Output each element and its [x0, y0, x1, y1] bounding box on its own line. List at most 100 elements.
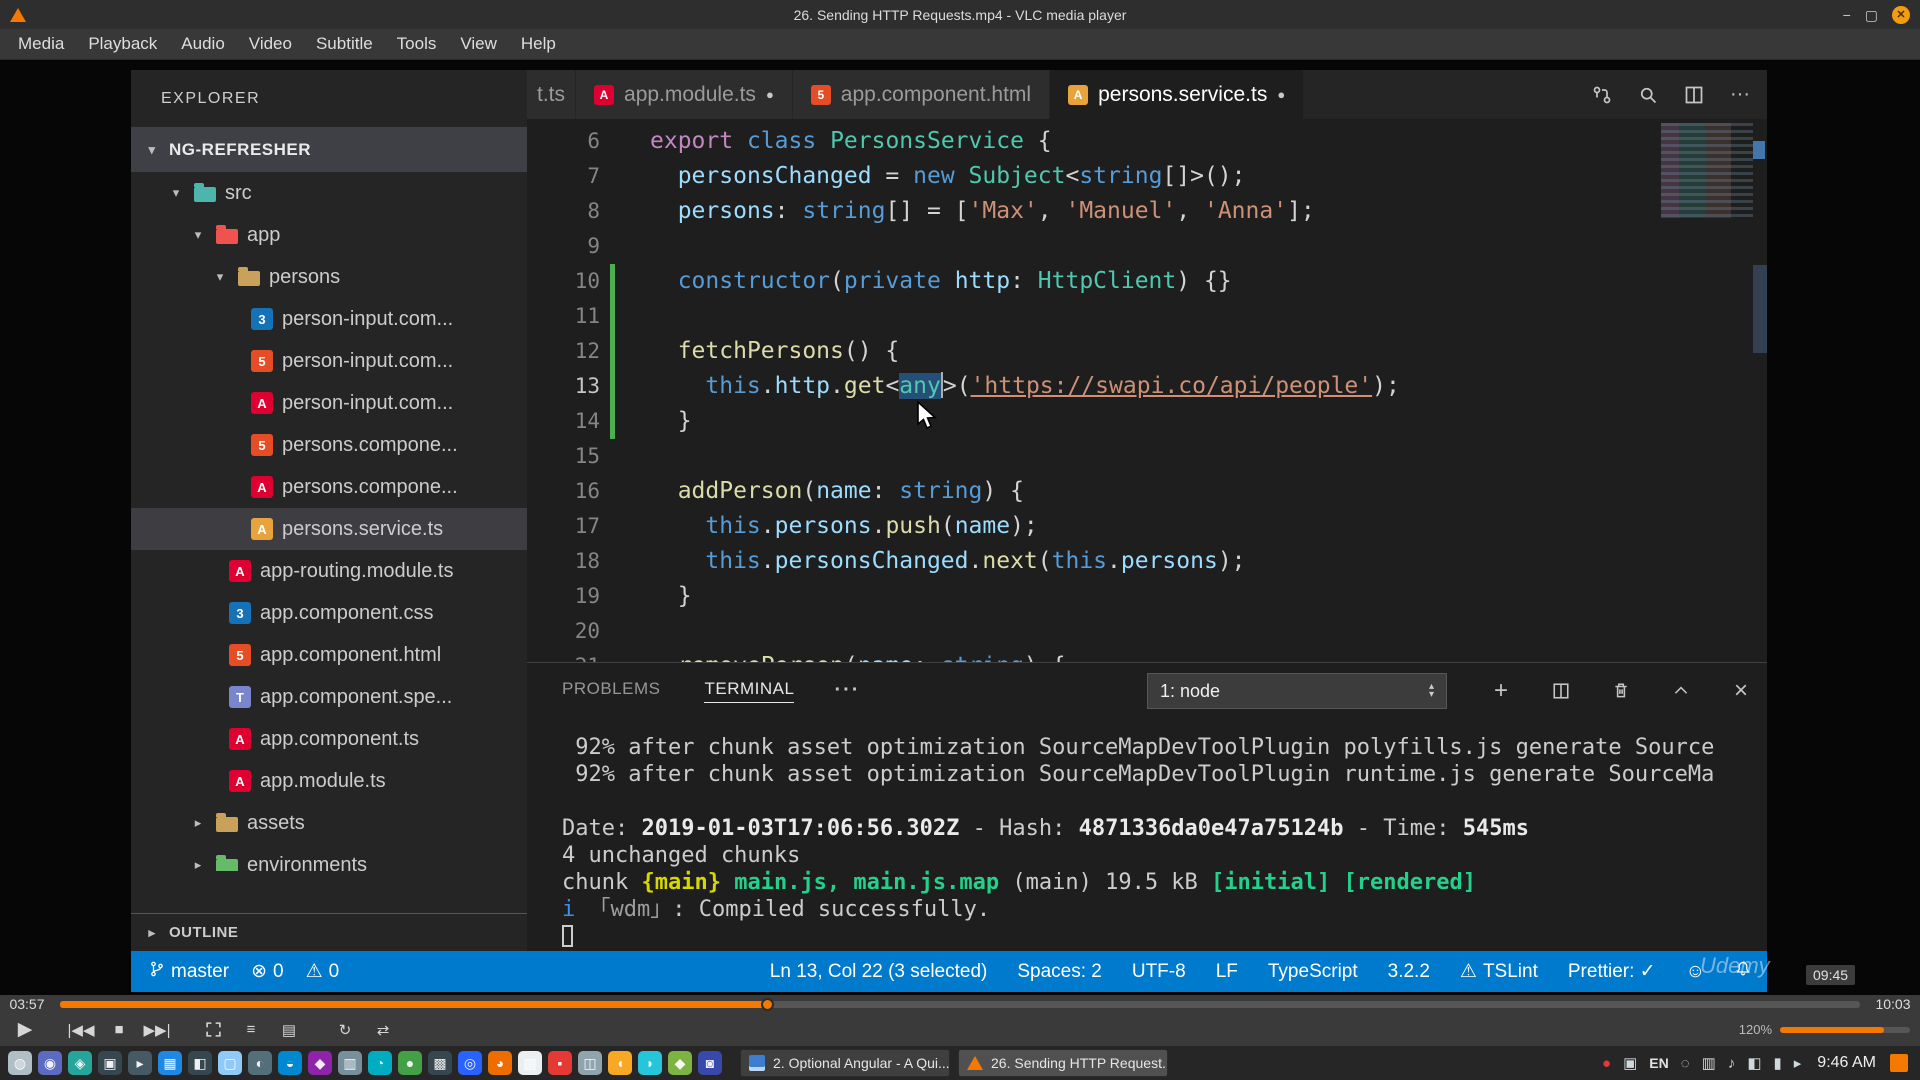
taskbar-app-icon[interactable]: ◆: [668, 1051, 692, 1075]
taskbar-app-icon[interactable]: ◎: [458, 1051, 482, 1075]
taskbar-app-icon[interactable]: ▸: [128, 1051, 152, 1075]
stop-button[interactable]: ■: [104, 1017, 134, 1043]
status-item-3-2-2[interactable]: 3.2.2: [1388, 961, 1430, 983]
status-item-master[interactable]: master: [149, 960, 229, 984]
project-root-row[interactable]: ▾ NG-REFRESHER: [131, 127, 527, 172]
tray-icon[interactable]: ▸: [1794, 1054, 1802, 1072]
workspace-switcher[interactable]: [1890, 1054, 1908, 1072]
menu-media[interactable]: Media: [6, 31, 76, 57]
open-changes-icon[interactable]: [1591, 84, 1613, 106]
taskbar-app-icon[interactable]: ◆: [308, 1051, 332, 1075]
taskbar-app-icon[interactable]: ◐: [248, 1051, 272, 1075]
status-item-ln-13-col-22-3-selected[interactable]: Ln 13, Col 22 (3 selected): [770, 961, 988, 983]
tree-item-app-component-ts[interactable]: Aapp.component.ts: [131, 718, 527, 760]
status-item-typescript[interactable]: TypeScript: [1268, 961, 1358, 983]
volume-control[interactable]: 120%: [1739, 1022, 1910, 1037]
maximize-button[interactable]: ▢: [1865, 6, 1878, 24]
previous-button[interactable]: |◀◀: [66, 1017, 96, 1043]
more-actions-icon[interactable]: ···: [1729, 83, 1751, 106]
tray-icon[interactable]: ●: [1602, 1055, 1611, 1072]
taskbar-app-icon[interactable]: ◉: [38, 1051, 62, 1075]
tree-item-app-component-css[interactable]: 3 app.component.css: [131, 592, 527, 634]
taskbar-app-icon[interactable]: ▩: [428, 1051, 452, 1075]
menu-view[interactable]: View: [448, 31, 509, 57]
panel-tab-problems[interactable]: PROBLEMS: [562, 679, 660, 703]
status-item-spaces-2[interactable]: Spaces: 2: [1017, 961, 1102, 983]
tray-icon[interactable]: ▣: [1623, 1054, 1637, 1072]
taskbar-app-icon[interactable]: ◖: [608, 1051, 632, 1075]
maximize-panel-icon[interactable]: [1669, 679, 1693, 703]
play-button[interactable]: ▶: [10, 1017, 40, 1043]
taskbar-app-icon[interactable]: ▥: [338, 1051, 362, 1075]
taskbar-app-icon[interactable]: ◈: [68, 1051, 92, 1075]
minimize-button[interactable]: −: [1843, 6, 1851, 24]
status-item-tslint[interactable]: ⚠ TSLint: [1460, 960, 1538, 983]
taskbar-app-icon[interactable]: ▨: [518, 1051, 542, 1075]
taskbar-window-2-optional-angular-a-qui[interactable]: 2. Optional Angular - A Qui...: [740, 1049, 950, 1077]
taskbar-app-icon[interactable]: ◔: [368, 1051, 392, 1075]
taskbar-app-icon[interactable]: ◒: [278, 1051, 302, 1075]
playlist-button[interactable]: ▤: [274, 1017, 304, 1043]
status-item-lf[interactable]: LF: [1216, 961, 1238, 983]
taskbar-app-icon[interactable]: ▣: [98, 1051, 122, 1075]
tree-item-app-routing-module-ts[interactable]: Aapp-routing.module.ts: [131, 550, 527, 592]
tree-item-app[interactable]: ▾ app: [131, 214, 527, 256]
taskbar-app-icon[interactable]: ▦: [158, 1051, 182, 1075]
tray-icon[interactable]: ♪: [1728, 1055, 1736, 1072]
tree-item-persons-service-ts[interactable]: Apersons.service.ts: [131, 508, 527, 550]
status-item-prettier[interactable]: Prettier: ✓: [1568, 960, 1656, 983]
tray-icon[interactable]: ◌: [1681, 1055, 1690, 1072]
menu-playback[interactable]: Playback: [76, 31, 169, 57]
tree-item-app-module-ts[interactable]: Aapp.module.ts: [131, 760, 527, 802]
taskbar-window-26-sending-http-request[interactable]: 26. Sending HTTP Request...: [958, 1049, 1168, 1077]
language-indicator[interactable]: EN: [1649, 1055, 1668, 1071]
video-area[interactable]: EXPLORER ▾ NG-REFRESHER ▾ src ▾ app ▾ persons…: [0, 60, 1920, 995]
tree-item-persons-compone[interactable]: Apersons.compone...: [131, 466, 527, 508]
tray-icon[interactable]: ◧: [1747, 1054, 1761, 1072]
terminal-selector[interactable]: 1: node ▴ ▾: [1147, 673, 1447, 709]
extended-settings-button[interactable]: ≡: [236, 1017, 266, 1043]
panel-more-icon[interactable]: ···: [834, 679, 860, 702]
taskbar-app-icon[interactable]: ▢: [218, 1051, 242, 1075]
outline-section[interactable]: ▸ OUTLINE: [131, 913, 527, 951]
menu-video[interactable]: Video: [237, 31, 304, 57]
code-editor[interactable]: 6 export class PersonsService {7 personsC…: [527, 119, 1767, 662]
status-item-0[interactable]: ⊗ 0: [251, 960, 284, 983]
taskbar-app-icon[interactable]: ◧: [188, 1051, 212, 1075]
taskbar-app-icon[interactable]: ●: [398, 1051, 422, 1075]
editor-scrollbar[interactable]: [1753, 265, 1767, 353]
taskbar-app-icon[interactable]: ◫: [578, 1051, 602, 1075]
taskbar-app-icon[interactable]: ▪: [548, 1051, 572, 1075]
split-editor-icon[interactable]: [1683, 84, 1705, 106]
tab-persons-service-ts[interactable]: Apersons.service.ts ●: [1050, 70, 1305, 119]
random-button[interactable]: ⇄: [368, 1017, 398, 1043]
taskbar-app-icon[interactable]: ◗: [638, 1051, 662, 1075]
menu-subtitle[interactable]: Subtitle: [304, 31, 385, 57]
tab-app-module-ts[interactable]: Aapp.module.ts ●: [576, 70, 793, 119]
loop-button[interactable]: ↻: [330, 1017, 360, 1043]
status-item-utf-8[interactable]: UTF-8: [1132, 961, 1186, 983]
tree-item-environments[interactable]: ▸ environments: [131, 844, 527, 871]
seek-handle[interactable]: [761, 997, 775, 1011]
fullscreen-button[interactable]: [198, 1017, 228, 1043]
minimap[interactable]: [1661, 123, 1753, 218]
close-button[interactable]: ✕: [1892, 5, 1910, 24]
tree-item-app-component-html[interactable]: 5 app.component.html: [131, 634, 527, 676]
tree-item-person-input-com[interactable]: 5 person-input.com...: [131, 340, 527, 382]
tree-item-src[interactable]: ▾ src: [131, 172, 527, 214]
status-item-0[interactable]: ⚠ 0: [306, 960, 340, 983]
tree-item-person-input-com[interactable]: Aperson-input.com...: [131, 382, 527, 424]
terminal-output[interactable]: 92% after chunk asset optimization Sourc…: [527, 718, 1767, 950]
taskbar-app-icon[interactable]: ◕: [488, 1051, 512, 1075]
tree-item-persons-compone[interactable]: 5 persons.compone...: [131, 424, 527, 466]
split-terminal-icon[interactable]: [1549, 679, 1573, 703]
open-preview-icon[interactable]: [1637, 84, 1659, 106]
menu-audio[interactable]: Audio: [169, 31, 236, 57]
panel-tab-terminal[interactable]: TERMINAL: [704, 679, 795, 703]
seek-bar[interactable]: [60, 997, 1860, 1011]
tree-item-assets[interactable]: ▸ assets: [131, 802, 527, 844]
kill-terminal-icon[interactable]: [1609, 679, 1633, 703]
next-button[interactable]: ▶▶|: [142, 1017, 172, 1043]
taskbar-app-icon[interactable]: ◍: [8, 1051, 32, 1075]
clock[interactable]: 9:46 AM: [1817, 1054, 1876, 1072]
